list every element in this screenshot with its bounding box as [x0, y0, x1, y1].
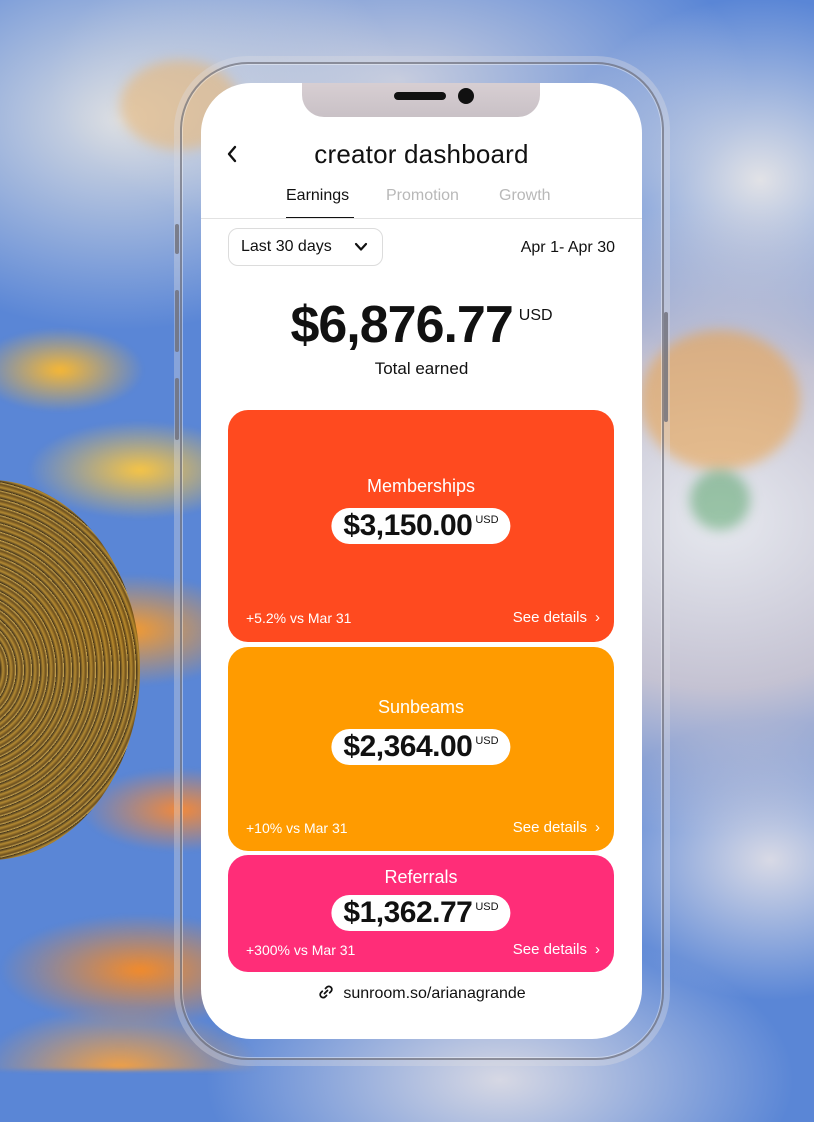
link-icon — [319, 985, 333, 999]
sunbeams-card[interactable]: Sunbeams $2,364.00 USD +10% vs Mar 31 Se… — [228, 647, 614, 851]
card-title: Referrals — [384, 867, 458, 887]
amount-pill: $1,362.77 USD — [331, 895, 511, 931]
card-change: +5.2% vs Mar 31 — [246, 610, 352, 626]
card-amount: $3,150.00 — [343, 509, 473, 542]
card-amount: $2,364.00 — [343, 730, 473, 763]
notch — [302, 83, 540, 117]
card-title: Memberships — [366, 476, 476, 496]
page-title: creator dashboard — [314, 139, 529, 169]
tab-promotion[interactable]: Promotion — [386, 187, 459, 205]
tab-bar: Earnings Promotion Growth — [201, 187, 642, 219]
card-change: +10% vs Mar 31 — [246, 820, 348, 836]
card-title: Sunbeams — [377, 697, 465, 717]
chevron-right-icon: › — [595, 609, 600, 626]
amount-pill: $2,364.00 USD — [331, 729, 511, 765]
app-header: creator dashboard — [201, 139, 642, 179]
amount-pill: $3,150.00 USD — [331, 508, 511, 544]
date-range-value: Last 30 days — [241, 238, 332, 255]
chevron-down-icon — [354, 242, 368, 251]
volume-down-button — [175, 378, 179, 440]
speaker — [394, 92, 446, 100]
card-currency: USD — [475, 735, 499, 747]
tab-earnings[interactable]: Earnings — [286, 187, 349, 205]
card-currency: USD — [475, 514, 499, 526]
total-amount: $6,876.77 — [290, 296, 513, 354]
chevron-right-icon: › — [595, 819, 600, 836]
header-divider — [201, 218, 642, 219]
referrals-card[interactable]: Referrals $1,362.77 USD +300% vs Mar 31 … — [228, 855, 614, 972]
date-range-text: Apr 1- Apr 30 — [520, 239, 615, 256]
card-currency: USD — [475, 901, 499, 913]
card-change: +300% vs Mar 31 — [246, 942, 356, 958]
total-earnings: $6,876.77 USD — [201, 295, 642, 355]
total-currency: USD — [518, 307, 553, 324]
chevron-right-icon: › — [595, 941, 600, 958]
app-screen: creator dashboard Earnings Promotion Gro… — [201, 83, 642, 1039]
see-details-label: See details — [512, 609, 587, 626]
profile-link-text: sunroom.so/arianagrande — [343, 985, 526, 1002]
mute-switch — [175, 224, 179, 254]
volume-up-button — [175, 290, 179, 352]
see-details-link[interactable]: See details › — [513, 609, 600, 626]
date-range-dropdown[interactable]: Last 30 days — [228, 228, 383, 266]
green-reflection — [690, 470, 750, 530]
total-label: Total earned — [374, 359, 469, 378]
card-amount: $1,362.77 — [343, 896, 473, 929]
see-details-label: See details — [512, 941, 587, 958]
see-details-link[interactable]: See details › — [513, 819, 600, 836]
tab-growth[interactable]: Growth — [499, 187, 551, 205]
power-button — [664, 312, 668, 422]
see-details-link[interactable]: See details › — [513, 941, 600, 958]
see-details-label: See details — [512, 819, 587, 836]
memberships-card[interactable]: Memberships $3,150.00 USD +5.2% vs Mar 3… — [228, 410, 614, 642]
front-camera — [458, 88, 474, 104]
profile-link[interactable]: sunroom.so/arianagrande — [201, 983, 642, 1003]
